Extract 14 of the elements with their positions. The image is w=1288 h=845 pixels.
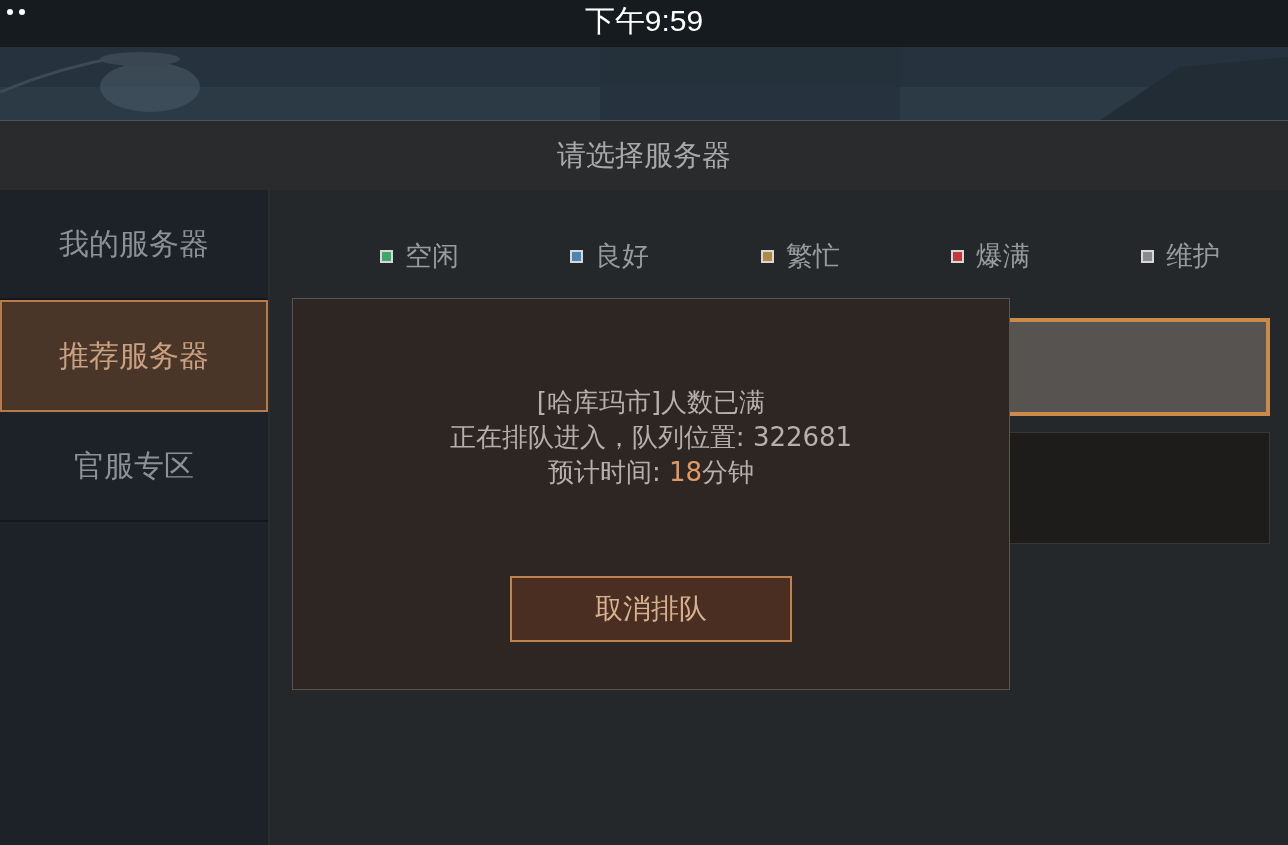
dialog-message: 预计时间: 18分钟 [547, 456, 755, 489]
status-time: 下午9:59 [584, 2, 704, 39]
sidebar-tab[interactable]: 官服专区 [0, 412, 268, 522]
dialog-message: [哈库玛市]人数已满 [536, 386, 766, 419]
legend-label: 爆满 [975, 239, 1030, 273]
signal-dots-icon [6, 8, 28, 16]
cancel-queue-button[interactable]: 取消排队 [510, 576, 792, 642]
legend-label: 维护 [1166, 239, 1220, 273]
dialog-message: 正在排队进入，队列位置: 322681 [449, 421, 853, 454]
legend-label: 繁忙 [785, 239, 840, 273]
panel-title: 请选择服务器 [557, 136, 731, 174]
legend-label: 良好 [595, 239, 650, 273]
legend-label: 空闲 [405, 239, 459, 273]
sidebar-tab[interactable]: 推荐服务器 [0, 300, 268, 412]
